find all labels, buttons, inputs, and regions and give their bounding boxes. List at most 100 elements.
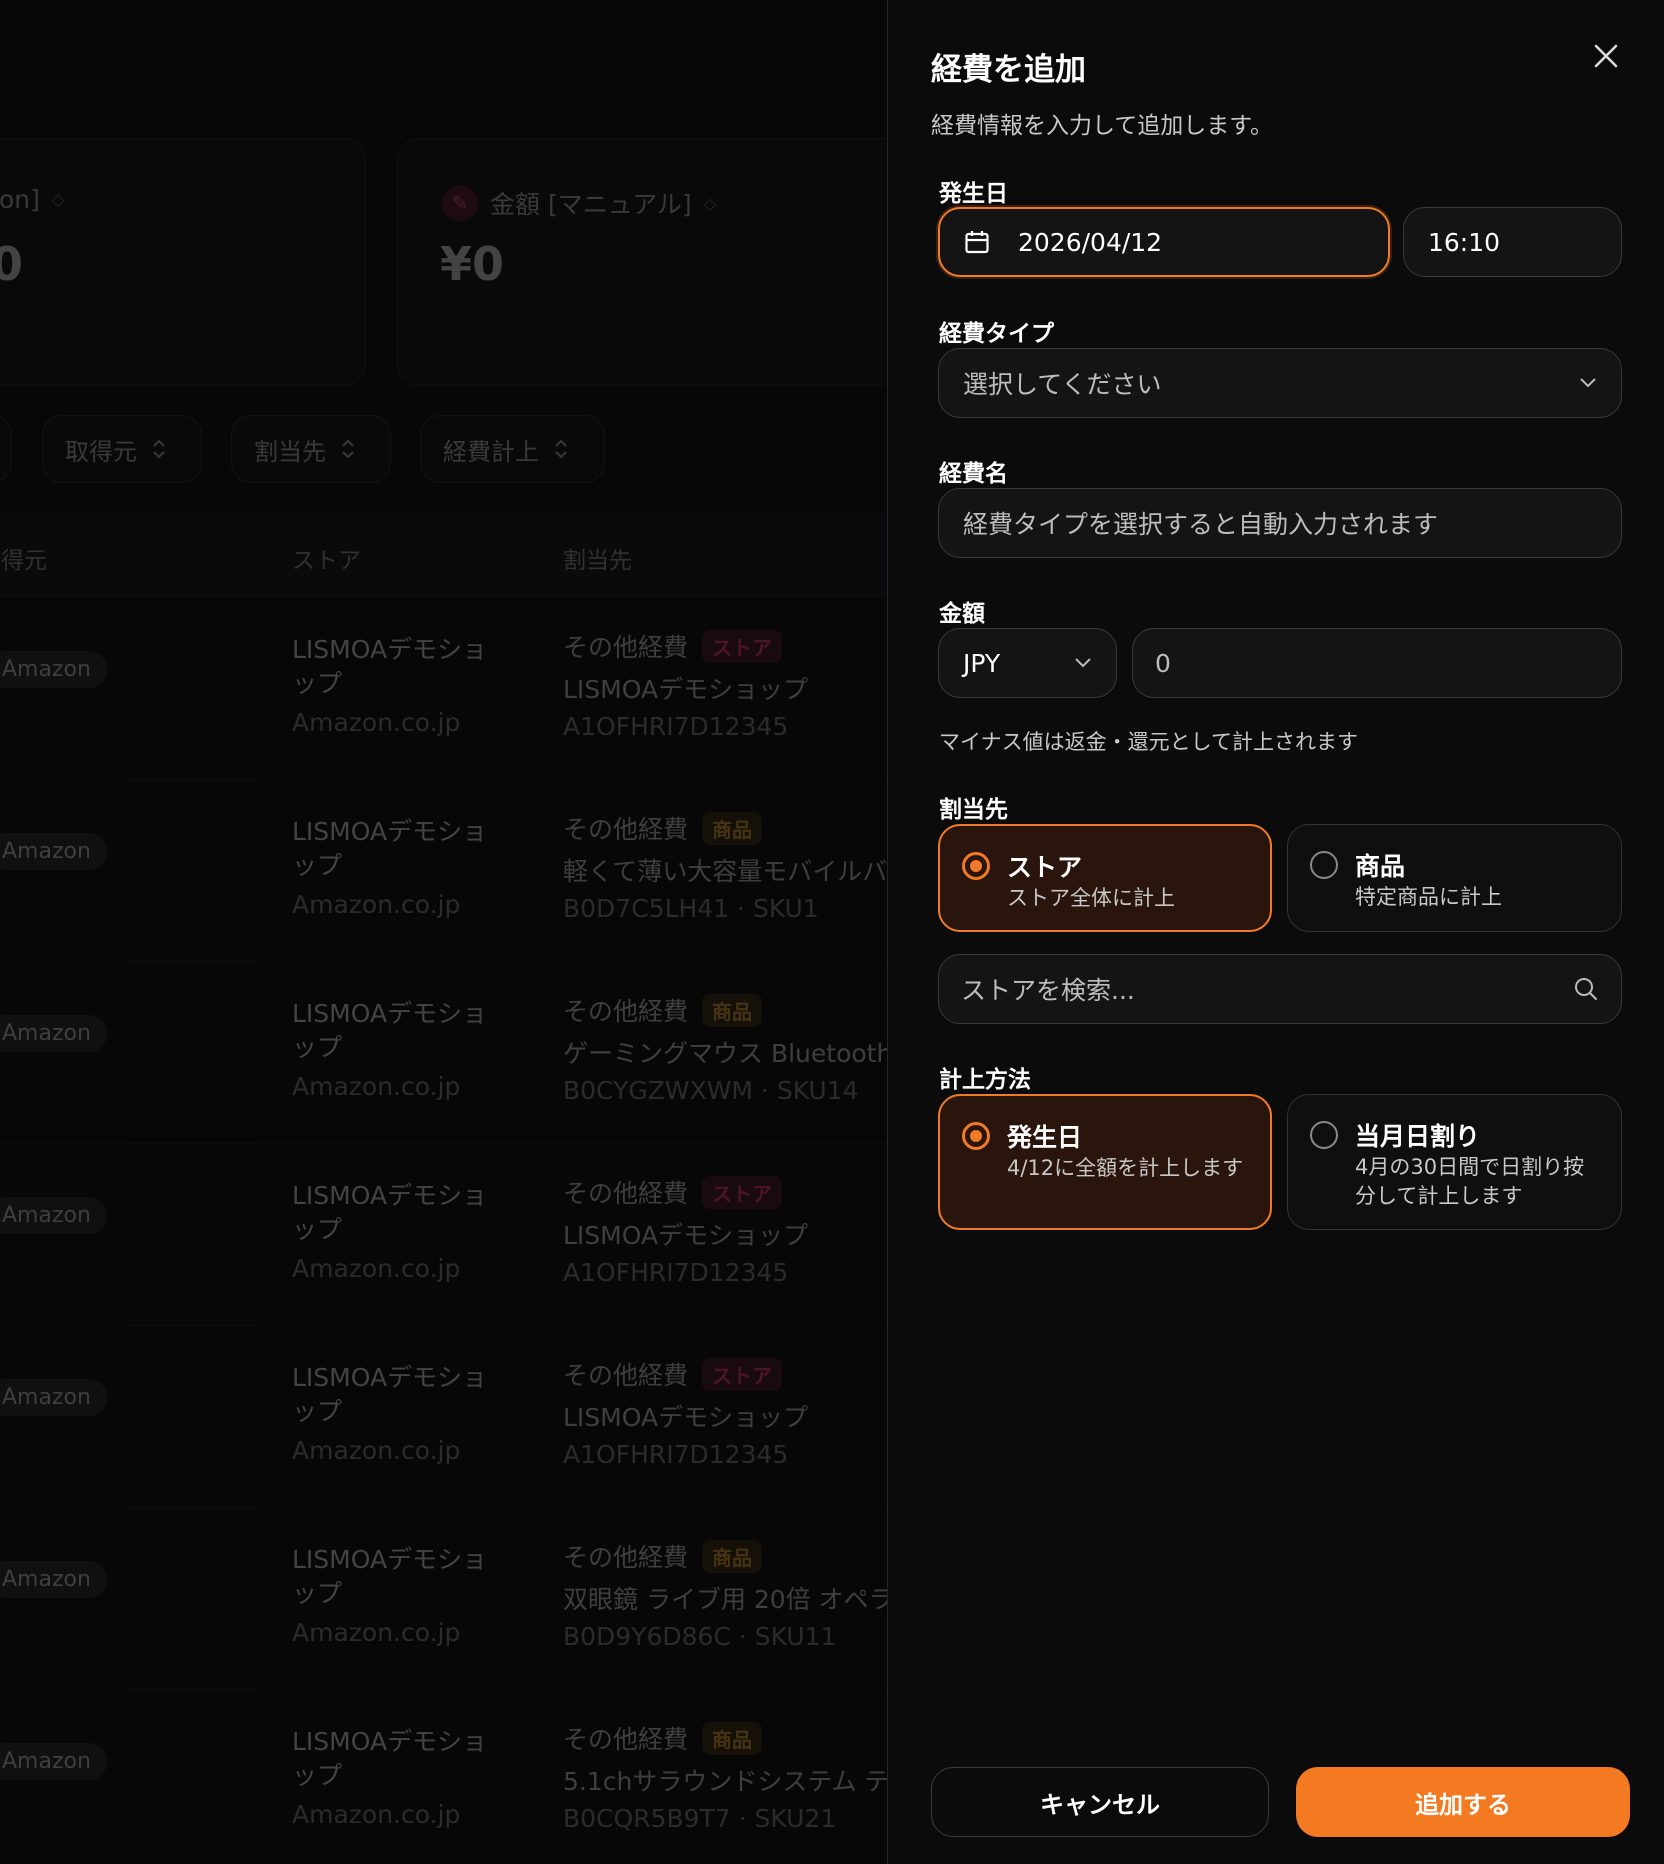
expense-category: その他経費 (563, 1543, 689, 1572)
expense-type-label: 経費タイプ (939, 321, 1054, 347)
column-header: 割当先 (563, 548, 632, 574)
source-badge: Amazon (0, 651, 107, 688)
table-row[interactable]: Amazon LISMOAデモショップ Amazon.co.jp その他経費 商品 軽くて… (0, 780, 887, 962)
radio-unselected[interactable] (1310, 851, 1338, 879)
store-marketplace: Amazon.co.jp (292, 1436, 461, 1465)
column-header: 取得元 (0, 548, 47, 574)
expense-category: その他経費 (563, 815, 689, 844)
drawer-title: 経費を追加 (931, 52, 1086, 88)
sort-icon: ◇ (703, 193, 717, 213)
table-row[interactable]: Amazon LISMOAデモショップ Amazon.co.jp その他経費 商品 5.1… (0, 1690, 887, 1864)
store-marketplace: Amazon.co.jp (292, 1254, 461, 1283)
option-description: 4/12に全額を計上します (1007, 1156, 1244, 1180)
store-marketplace: Amazon.co.jp (292, 708, 461, 737)
filter-button-assign[interactable]: 割当先 (231, 415, 391, 483)
expense-type-select[interactable]: 選択してください (938, 348, 1622, 418)
assign-tag: ストア (702, 1175, 783, 1209)
expense-name-input[interactable]: 経費タイプを選択すると自動入力されます (938, 488, 1622, 558)
assign-tag: 商品 (702, 1721, 763, 1755)
summary-card-label: 金額 [マニュアル] (490, 190, 692, 219)
add-expense-drawer: 経費を追加 経費情報を入力して追加します。 発生日 2026/04/12 16:… (887, 0, 1664, 1864)
assign-name: ゲーミングマウス Bluetooth (563, 1039, 887, 1068)
column-header: ストア (292, 548, 361, 574)
method-label: 計上方法 (939, 1067, 1031, 1093)
sort-icon: ◇ (51, 190, 65, 209)
expense-category: その他経費 (563, 997, 689, 1026)
source-badge: Amazon (0, 1197, 107, 1234)
time-value: 16:10 (1428, 227, 1501, 257)
date-input[interactable]: 2026/04/12 (938, 207, 1390, 277)
option-description: ストア全体に計上 (1007, 886, 1175, 910)
filter-button-expense[interactable]: 経費計上 (420, 415, 605, 483)
amount-label: 金額 (939, 601, 985, 627)
drawer-description: 経費情報を入力して追加します。 (931, 113, 1274, 139)
assign-option-product[interactable]: 商品 特定商品に計上 (1287, 824, 1622, 932)
option-title: ストア (1007, 853, 1083, 882)
option-description: 4月の30日間で日割り按分して計上します (1355, 1155, 1585, 1208)
assign-label: 割当先 (939, 797, 1008, 823)
calendar-icon (965, 231, 989, 254)
radio-selected[interactable] (962, 852, 990, 880)
method-option-date[interactable]: 発生日 4/12に全額を計上します (938, 1094, 1272, 1230)
option-title: 当月日割り (1355, 1122, 1481, 1151)
store-search-placeholder: ストアを検索... (961, 976, 1135, 1005)
currency-select[interactable]: JPY (938, 628, 1117, 698)
assign-name: 5.1chサラウンドシステム テ (563, 1767, 887, 1796)
date-label: 発生日 (939, 181, 1008, 207)
chevron-down-icon (1580, 378, 1596, 388)
source-badge: Amazon (0, 1561, 107, 1598)
assign-code: B0D9Y6D86C · SKU11 (563, 1622, 837, 1651)
table-row[interactable]: Amazon LISMOAデモショップ Amazon.co.jp その他経費 商品 双眼鏡… (0, 1508, 887, 1690)
option-title: 発生日 (1007, 1123, 1083, 1152)
source-badge: Amazon (0, 1015, 107, 1052)
background-page: on] ◇ 0 ✎ 金額 [マニュアル] ◇ ¥0 取得元 割当先 経費計上 得… (0, 0, 887, 1864)
store-marketplace: Amazon.co.jp (292, 1072, 461, 1101)
table-header: 取得元 ストア 割当先 (0, 513, 887, 597)
expense-name-label: 経費名 (939, 461, 1008, 487)
expense-category: その他経費 (563, 1361, 689, 1390)
source-badge: Amazon (0, 833, 107, 870)
assign-code: B0CQR5B9T7 · SKU21 (563, 1804, 837, 1833)
assign-code: B0CYGZWXWM · SKU14 (563, 1076, 859, 1105)
filter-button-source[interactable]: 取得元 (42, 415, 202, 483)
source-badge: Amazon (0, 1379, 107, 1416)
assign-tag: 商品 (702, 993, 763, 1027)
assign-option-store[interactable]: ストア ストア全体に計上 (938, 824, 1272, 932)
add-button[interactable]: 追加する (1296, 1767, 1630, 1837)
assign-tag: 商品 (702, 1539, 763, 1573)
assign-code: A1OFHRI7D12345 (563, 1258, 789, 1287)
time-input[interactable]: 16:10 (1403, 207, 1622, 277)
sort-icon (342, 439, 354, 459)
expense-category: その他経費 (563, 633, 689, 662)
expense-category: その他経費 (563, 1179, 689, 1208)
assign-name: LISMOAデモショップ (563, 675, 809, 704)
table-row[interactable]: Amazon LISMOAデモショップ Amazon.co.jp その他経費 ストア LI… (0, 1144, 887, 1326)
assign-name: 双眼鏡 ライブ用 20倍 オペラ (563, 1585, 887, 1614)
radio-selected[interactable] (962, 1122, 990, 1150)
table-row[interactable]: Amazon LISMOAデモショップ Amazon.co.jp その他経費 商品 ゲーミ… (0, 962, 887, 1144)
amount-value: 0 (1155, 648, 1171, 678)
option-title: 商品 (1355, 852, 1406, 881)
amount-input[interactable]: 0 (1132, 628, 1622, 698)
store-name: LISMOAデモショップ (292, 1363, 488, 1426)
method-option-daily[interactable]: 当月日割り 4月の30日間で日割り按分して計上します (1287, 1094, 1622, 1230)
assign-code: A1OFHRI7D12345 (563, 712, 789, 741)
sort-icon (555, 439, 567, 459)
filter-button[interactable] (0, 415, 12, 483)
assign-name: LISMOAデモショップ (563, 1403, 809, 1432)
summary-card-value: 0 (0, 237, 24, 291)
store-name: LISMOAデモショップ (292, 1181, 488, 1244)
close-icon (1594, 44, 1618, 68)
store-search-input[interactable]: ストアを検索... (938, 954, 1622, 1024)
option-description: 特定商品に計上 (1355, 885, 1502, 909)
expense-type-placeholder: 選択してください (963, 370, 1162, 399)
store-name: LISMOAデモショップ (292, 817, 488, 880)
sort-icon (153, 439, 165, 459)
radio-unselected[interactable] (1310, 1121, 1338, 1149)
table-row[interactable]: Amazon LISMOAデモショップ Amazon.co.jp その他経費 ストア LI… (0, 1326, 887, 1508)
close-button[interactable] (1588, 38, 1624, 74)
cancel-button[interactable]: キャンセル (931, 1767, 1269, 1837)
assign-tag: ストア (702, 1357, 783, 1391)
store-marketplace: Amazon.co.jp (292, 1618, 461, 1647)
table-row[interactable]: Amazon LISMOAデモショップ Amazon.co.jp その他経費 ストア LI… (0, 598, 887, 780)
